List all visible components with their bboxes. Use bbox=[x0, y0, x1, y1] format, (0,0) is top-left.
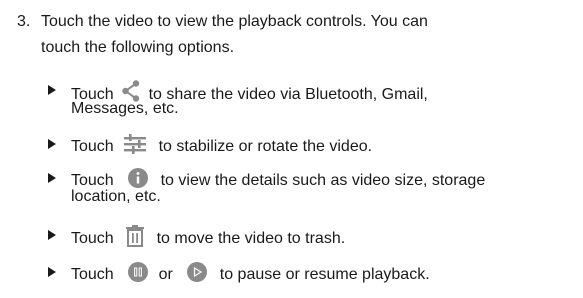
bullet-text: to view the details such as video size, … bbox=[160, 172, 486, 189]
trash-icon bbox=[126, 225, 145, 252]
bullet-adjust: Touch to stabilize or rotate the video. bbox=[48, 128, 578, 155]
bullet-text: to share the video via Bluetooth, Gmail, bbox=[148, 86, 428, 103]
play-icon bbox=[187, 262, 208, 287]
bullet-touch-label: Touch bbox=[71, 266, 114, 283]
step-text-line-1: Touch the video to view the playback con… bbox=[41, 13, 428, 30]
pause-icon bbox=[128, 262, 149, 287]
bullet-text: to pause or resume playback. bbox=[219, 266, 430, 283]
bullet-arrow bbox=[48, 85, 56, 95]
bullet-arrow bbox=[48, 230, 56, 240]
bullet-continuation: Messages, etc. bbox=[71, 100, 179, 117]
bullet-pause-play: Touch or to pause or resume playback. bbox=[48, 256, 578, 283]
bullet-text: to stabilize or rotate the video. bbox=[158, 138, 373, 155]
step-text-line-2: touch the following options. bbox=[41, 39, 235, 56]
bullet-arrow bbox=[48, 267, 56, 277]
bullet-touch-label: Touch bbox=[71, 138, 114, 155]
bullet-arrow bbox=[48, 173, 56, 183]
bullet-share: Touch to share the video via Bluetooth, … bbox=[48, 74, 578, 118]
bullet-arrow bbox=[48, 139, 56, 149]
bullet-trash: Touch to move the video to trash. bbox=[48, 219, 578, 247]
bullet-or-label: or bbox=[158, 266, 173, 283]
bullet-info: Touch to view the details such as video … bbox=[48, 162, 578, 206]
bullet-continuation: location, etc. bbox=[71, 188, 161, 205]
step-number: 3. bbox=[17, 13, 31, 30]
bullet-text: to move the video to trash. bbox=[156, 230, 346, 247]
bullet-touch-label: Touch bbox=[71, 230, 114, 247]
adjust-sliders-icon bbox=[124, 134, 147, 159]
